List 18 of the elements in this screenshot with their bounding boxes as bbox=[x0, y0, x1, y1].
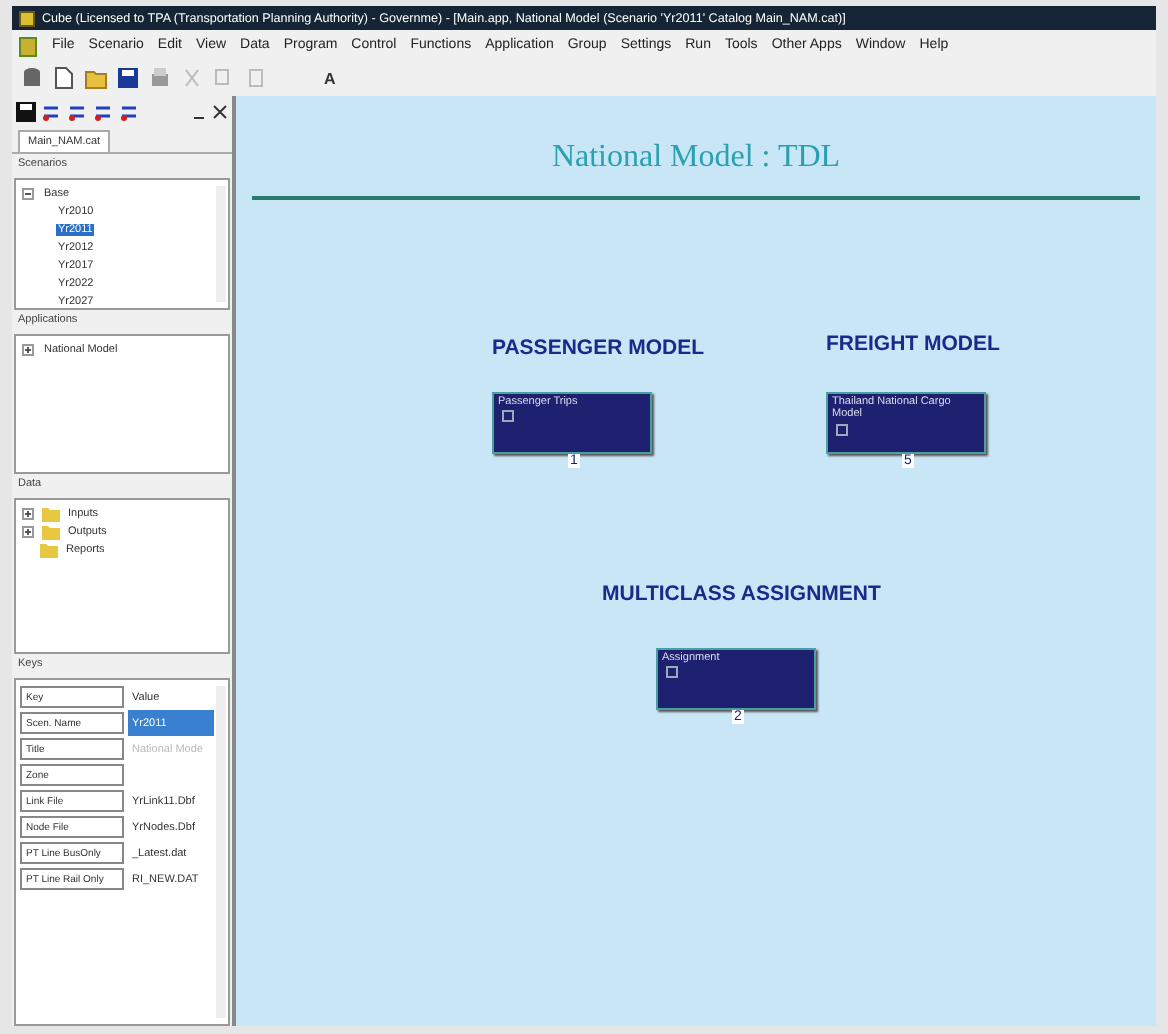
group-heading: PASSENGER MODEL bbox=[492, 336, 704, 360]
expand-icon[interactable] bbox=[22, 507, 34, 519]
expand-icon[interactable] bbox=[22, 343, 34, 355]
group-heading: MULTICLASS ASSIGNMENT bbox=[602, 582, 881, 606]
cube-icon[interactable] bbox=[18, 9, 36, 27]
new-file-icon[interactable] bbox=[52, 66, 76, 90]
font-button[interactable]: A bbox=[324, 69, 336, 87]
open-folder-icon[interactable] bbox=[84, 66, 108, 90]
group-heading: FREIGHT MODEL bbox=[826, 332, 1000, 356]
expand-icon[interactable] bbox=[22, 525, 34, 537]
diagram-title: National Model : TDL bbox=[549, 138, 843, 178]
scrollbar[interactable] bbox=[216, 186, 226, 302]
database-icon[interactable] bbox=[20, 66, 44, 90]
collapse-icon[interactable] bbox=[22, 187, 34, 199]
scrollbar[interactable] bbox=[216, 686, 226, 1018]
save-icon[interactable] bbox=[16, 102, 36, 122]
save-icon[interactable] bbox=[116, 66, 140, 90]
close-icon[interactable] bbox=[212, 104, 228, 120]
